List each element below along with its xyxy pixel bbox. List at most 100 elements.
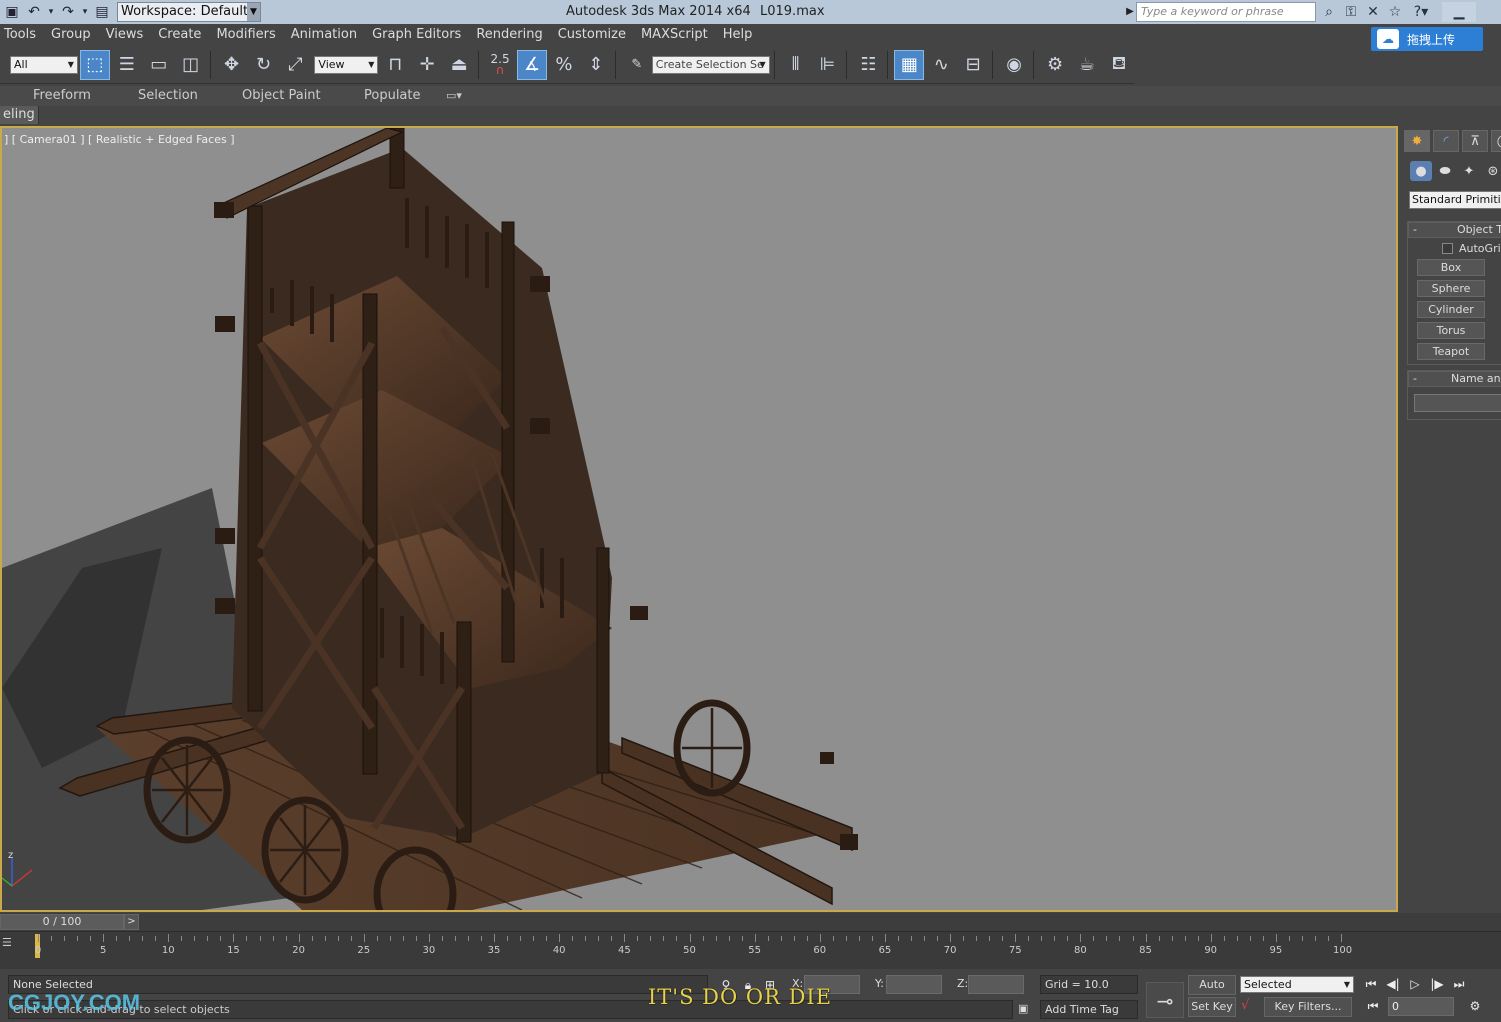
motion-tab-icon[interactable]: ◯ — [1491, 130, 1501, 152]
current-frame-input[interactable]: 0 — [1388, 997, 1454, 1016]
track-bar[interactable]: ☰ 0 5 10 15 20 25 30 35 40 45 50 55 60 65 70 75 80 85 90 95… — [0, 931, 1501, 969]
select-manipulate-icon[interactable]: ✛ — [412, 50, 442, 80]
redo-icon[interactable]: ↷ — [58, 3, 78, 21]
key-user-icon[interactable]: ⚿ — [1340, 2, 1362, 22]
layer-manager-icon[interactable]: ☷ — [853, 50, 883, 80]
select-by-name-icon[interactable]: ☰ — [112, 50, 142, 80]
workspace-dropdown[interactable]: Workspace: Default ▼ — [117, 2, 261, 22]
window-crossing-icon[interactable]: ◫ — [176, 50, 206, 80]
y-coordinate-input[interactable] — [886, 975, 942, 994]
rendered-frame-window-icon[interactable]: ☕ — [1072, 50, 1102, 80]
add-time-tag-button[interactable]: Add Time Tag — [1040, 1000, 1138, 1019]
select-scale-icon[interactable]: ⤢ — [280, 50, 310, 80]
modify-tab-icon[interactable]: ◜ — [1433, 130, 1459, 152]
go-to-end-icon[interactable]: ⏭ — [1448, 974, 1470, 994]
camera-viewport[interactable]: ] [ Camera01 ] [ Realistic + Edged Faces… — [0, 126, 1398, 912]
menu-modifiers[interactable]: Modifiers — [212, 24, 286, 46]
search-expand-icon[interactable]: ▶ — [1124, 2, 1136, 22]
time-configuration-icon[interactable]: ⚙ — [1464, 996, 1486, 1016]
cylinder-button[interactable]: Cylinder — [1417, 301, 1485, 318]
hierarchy-tab-icon[interactable]: ⊼ — [1462, 130, 1488, 152]
angle-snap-icon[interactable]: ∡ — [517, 49, 547, 80]
percent-snap-icon[interactable]: % — [549, 50, 579, 80]
tab-modeling[interactable]: eling — [0, 106, 39, 124]
reference-coordinate-dropdown[interactable]: View ▼ — [314, 55, 379, 74]
menu-animation[interactable]: Animation — [287, 24, 368, 46]
go-to-start-icon[interactable]: ⏮ — [1360, 974, 1382, 994]
binoculars-icon[interactable]: ⌕ — [1318, 2, 1340, 22]
sphere-button[interactable]: Sphere — [1417, 280, 1485, 297]
help-icon[interactable]: ?▾ — [1406, 2, 1436, 22]
play-icon[interactable]: ▷ — [1404, 974, 1426, 994]
schematic-view-icon[interactable]: ⊟ — [958, 50, 988, 80]
cameras-icon[interactable]: ⊛ — [1482, 161, 1501, 181]
spinner-snap-icon[interactable]: ⇕ — [581, 50, 611, 80]
rectangular-selection-icon[interactable]: ▭ — [144, 50, 174, 80]
menu-tools[interactable]: Tools — [0, 24, 47, 46]
tab-selection[interactable]: Selection — [138, 86, 198, 106]
favorites-star-icon[interactable]: ☆ — [1384, 2, 1406, 22]
snaps-toggle-icon[interactable]: 2.5 ∩ — [485, 50, 515, 80]
tab-populate[interactable]: Populate — [364, 86, 421, 106]
auto-key-button[interactable]: Auto Key — [1188, 975, 1236, 1009]
z-coordinate-input[interactable] — [968, 975, 1024, 994]
select-rotate-icon[interactable]: ↻ — [249, 50, 279, 80]
menu-maxscript[interactable]: MAXScript — [637, 24, 719, 46]
key-tangent-icon[interactable]: √ — [1241, 998, 1249, 1013]
material-editor-icon[interactable]: ◉ — [999, 50, 1029, 80]
key-mode-toggle-icon[interactable]: ⏮ — [1362, 996, 1384, 1016]
ribbon-options-icon[interactable]: ▭▾ — [446, 86, 462, 106]
mirror-icon[interactable]: ⫴ — [781, 50, 811, 80]
search-input[interactable]: Type a keyword or phrase — [1136, 2, 1316, 22]
render-setup-icon[interactable]: ⚙ — [1040, 50, 1070, 80]
named-selection-set-dropdown[interactable]: Create Selection Se ▼ — [651, 55, 770, 74]
render-production-icon[interactable]: ⛾ — [1104, 50, 1134, 80]
torus-button[interactable]: Torus — [1417, 322, 1485, 339]
previous-frame-icon[interactable]: ◀| — [1382, 974, 1404, 994]
teapot-button[interactable]: Teapot — [1417, 343, 1485, 360]
object-type-rollout-header[interactable]: - Object T — [1408, 222, 1501, 238]
align-icon[interactable]: ⊫ — [813, 50, 843, 80]
select-object-icon[interactable]: ⬚ — [79, 49, 110, 80]
upload-button[interactable]: ☁ 拖拽上传 — [1371, 27, 1483, 51]
select-move-icon[interactable]: ✥ — [217, 50, 247, 80]
geometry-icon[interactable]: ● — [1410, 161, 1432, 181]
undo-icon[interactable]: ↶ — [24, 3, 44, 21]
keyboard-shortcut-override-icon[interactable]: ⏏ — [444, 50, 474, 80]
key-filters-button[interactable]: Key Filters... — [1264, 997, 1352, 1017]
tab-object-paint[interactable]: Object Paint — [242, 86, 321, 106]
menu-views[interactable]: Views — [102, 24, 155, 46]
time-slider-thumb[interactable]: 0 / 100 — [0, 914, 124, 930]
selection-filter-dropdown[interactable]: All ▼ — [9, 55, 78, 74]
menu-graph-editors[interactable]: Graph Editors — [368, 24, 472, 46]
menu-help[interactable]: Help — [719, 24, 764, 46]
menu-create[interactable]: Create — [154, 24, 212, 46]
set-key-icon[interactable]: ⊸ — [1146, 982, 1184, 1018]
menu-rendering[interactable]: Rendering — [472, 24, 553, 46]
shapes-icon[interactable]: ⬬ — [1434, 161, 1456, 181]
time-tag-icon[interactable]: ▣ — [1018, 1002, 1028, 1015]
object-name-input[interactable] — [1414, 394, 1501, 412]
app-menu-icon[interactable]: ▣ — [2, 3, 22, 21]
set-key-button[interactable]: Set Key — [1188, 997, 1236, 1017]
tab-freeform[interactable]: Freeform — [33, 86, 91, 106]
name-and-color-rollout-header[interactable]: - Name and — [1408, 371, 1501, 387]
menu-customize[interactable]: Customize — [554, 24, 637, 46]
object-category-dropdown[interactable]: Standard Primitives — [1409, 191, 1501, 209]
exchange-icon[interactable]: ✕ — [1362, 2, 1384, 22]
create-tab-icon[interactable]: ✸ — [1404, 130, 1430, 152]
next-frame-icon[interactable]: |▶ — [1426, 974, 1448, 994]
key-mode-dropdown[interactable]: Selected ▼ — [1240, 976, 1354, 993]
menu-group[interactable]: Group — [47, 24, 102, 46]
box-button[interactable]: Box — [1417, 259, 1485, 276]
lights-icon[interactable]: ✦ — [1458, 161, 1480, 181]
pivot-center-icon[interactable]: ⊓ — [380, 50, 410, 80]
next-frame-arrow-icon[interactable]: > — [124, 914, 139, 930]
undo-dropdown-icon[interactable]: ▾ — [46, 3, 56, 21]
minimize-icon[interactable]: ▁ — [1442, 2, 1476, 22]
redo-dropdown-icon[interactable]: ▾ — [80, 3, 90, 21]
autogrid-checkbox[interactable] — [1442, 243, 1453, 254]
graphite-ribbon-icon[interactable]: ▦ — [894, 49, 925, 80]
project-folder-icon[interactable]: ▤ — [92, 3, 112, 21]
curve-editor-icon[interactable]: ∿ — [926, 50, 956, 80]
